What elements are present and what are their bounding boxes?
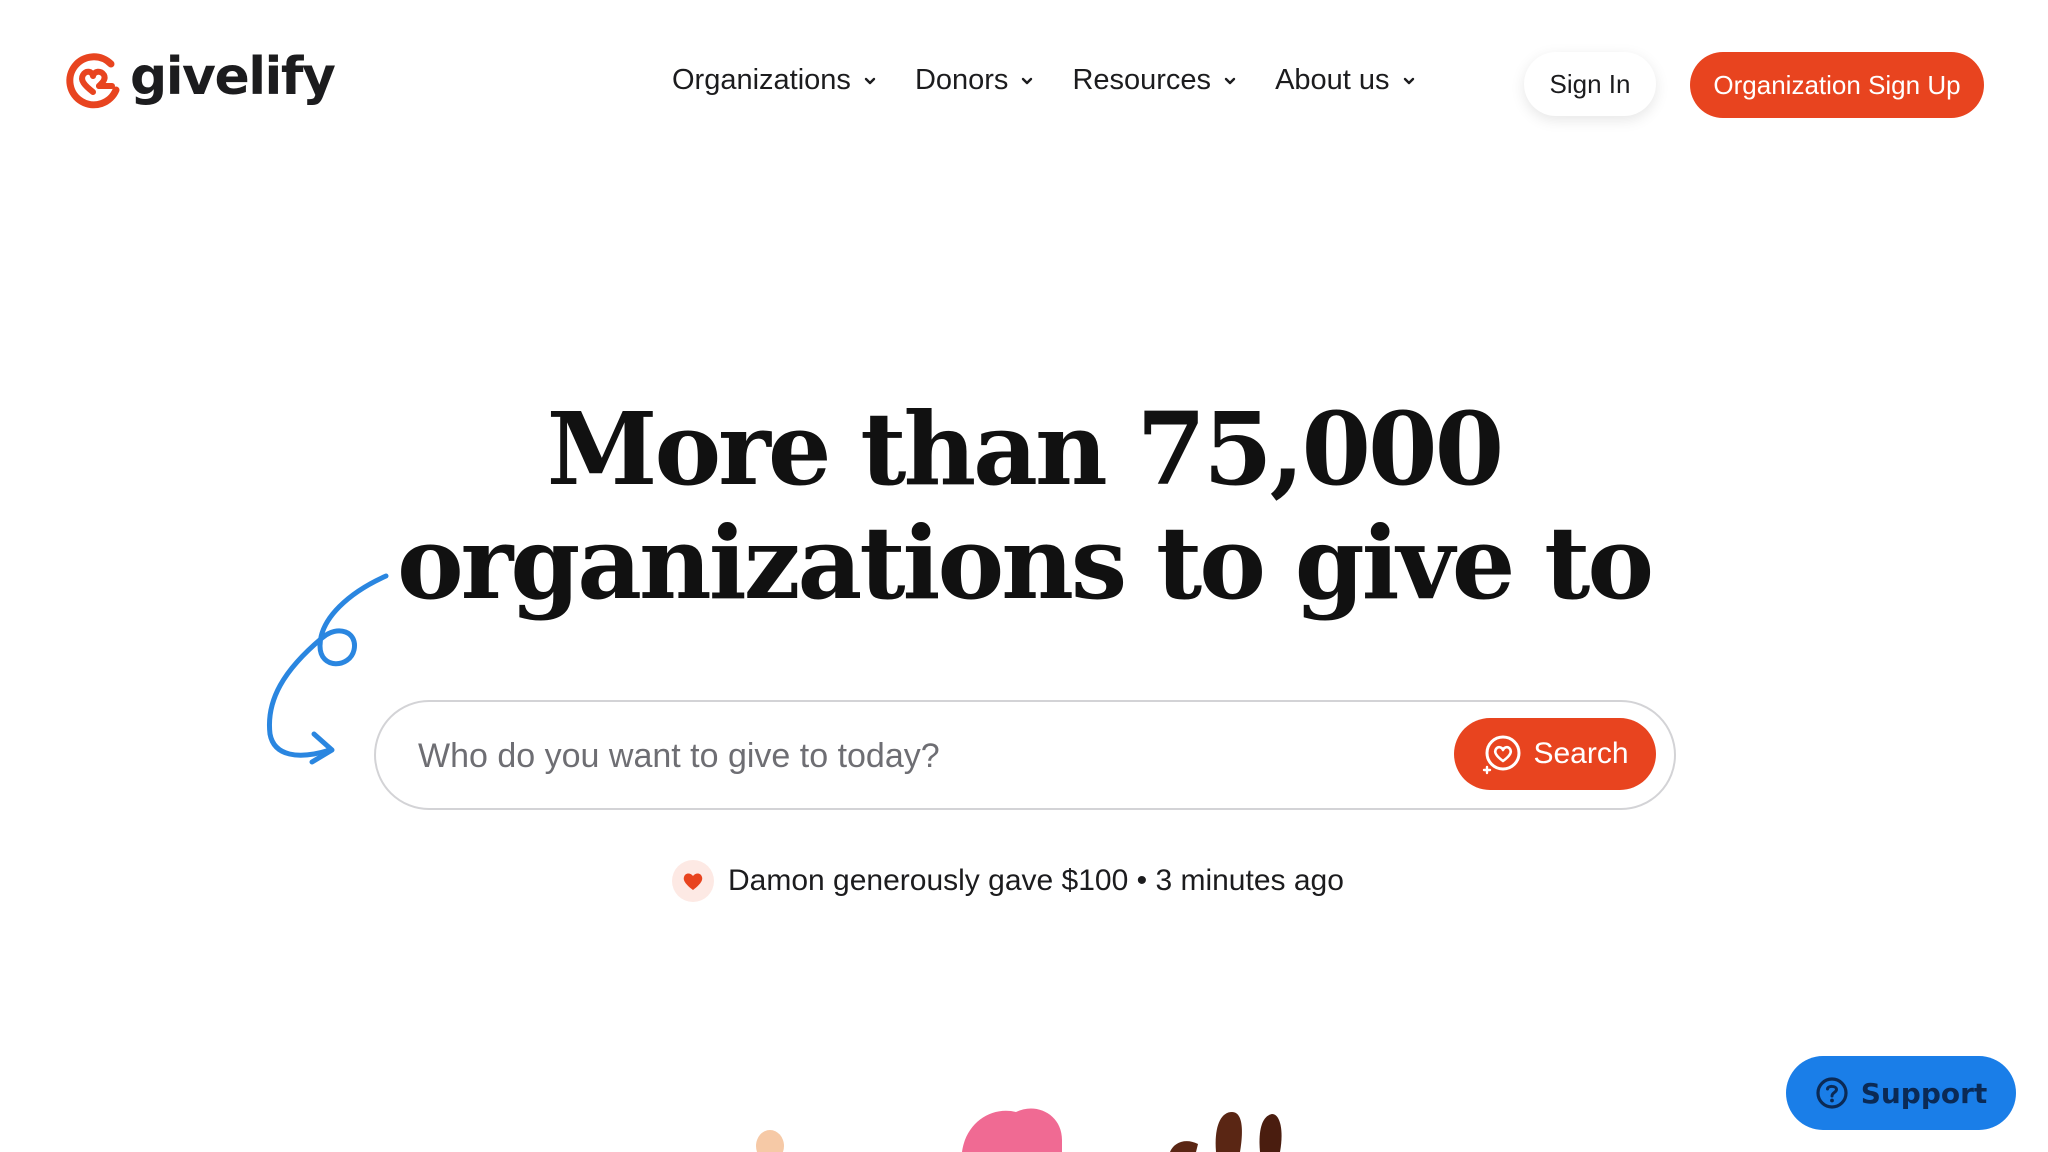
nav-donors[interactable]: Donors (915, 64, 1035, 97)
logo-wordmark: givelify (130, 47, 336, 107)
search-bar: Search (374, 700, 1676, 810)
chevron-down-icon (1022, 77, 1033, 84)
heart-badge (672, 860, 714, 902)
recent-donation-text: Damon generously gave $100 • 3 minutes a… (728, 864, 1344, 897)
givelify-logo[interactable]: givelify (64, 47, 336, 110)
search-input[interactable] (418, 728, 1368, 784)
chevron-down-icon (1224, 77, 1236, 84)
chevron-down-icon (864, 77, 876, 84)
nav-label: Donors (914, 64, 1009, 96)
question-icon (1816, 1077, 1848, 1109)
givelify-logo-icon (66, 53, 120, 109)
nav-label: About us (1275, 64, 1390, 96)
headline-line-2: organizations to give to (396, 504, 1654, 622)
headline-line-1: More than 75,000 (546, 390, 1504, 508)
search-button[interactable]: Search (1454, 718, 1656, 790)
main-nav: Organizations Donors Resources About us (672, 64, 1416, 97)
heart-search-icon (1483, 735, 1521, 775)
chevron-down-icon (1403, 77, 1414, 84)
nav-organizations[interactable]: Organizations (672, 64, 877, 97)
heart-icon (683, 873, 703, 890)
nav-label: Organizations (672, 64, 851, 96)
nav-about-us[interactable]: About us (1275, 64, 1415, 97)
nav-resources[interactable]: Resources (1072, 64, 1237, 97)
support-label: Support (1860, 1076, 1988, 1110)
hands-illustration (756, 1108, 1282, 1152)
search-button-label: Search (1533, 737, 1629, 770)
organization-sign-up-button[interactable]: Organization Sign Up (1690, 52, 1984, 118)
page: givelify Organizations Donors Resources … (0, 0, 2048, 1152)
sign-in-button[interactable]: Sign In (1524, 52, 1656, 116)
support-button[interactable]: Support (1786, 1056, 2016, 1130)
nav-label: Resources (1072, 64, 1212, 96)
recent-donation: Damon generously gave $100 • 3 minutes a… (672, 860, 1344, 902)
